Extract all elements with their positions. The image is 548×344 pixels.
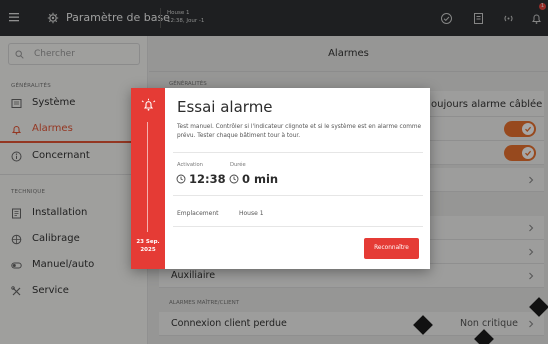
alarm-test-dialog: 23 Sep. 2025 Essai alarme Test manuel. C…	[131, 88, 430, 269]
alarm-date: 23 Sep. 2025	[131, 238, 165, 254]
dialog-divider	[173, 152, 423, 153]
location-value: House 1	[239, 210, 264, 217]
duration-caption: Durée	[230, 162, 246, 168]
location-caption: Emplacement	[177, 210, 219, 217]
clock-icon	[229, 174, 239, 184]
alarm-strip: 23 Sep. 2025	[131, 88, 165, 269]
activation-time: 12:38	[189, 172, 226, 186]
duration-time: 0 min	[242, 172, 279, 186]
alarm-date-day: 23 Sep.	[136, 239, 160, 245]
ringing-bell-icon	[141, 98, 156, 111]
dialog-description: Test manuel. Contrôler si l'indicateur c…	[177, 124, 422, 139]
alarm-date-year: 2025	[140, 247, 156, 253]
duration-value: 0 min	[229, 172, 278, 186]
strip-timeline	[147, 122, 148, 232]
dialog-divider	[173, 226, 423, 227]
activation-caption: Activation	[177, 162, 203, 168]
clock-icon	[176, 174, 186, 184]
dialog-divider	[173, 195, 423, 196]
acknowledge-button[interactable]: Reconnaître	[364, 238, 419, 259]
activation-value: 12:38	[176, 172, 226, 186]
dialog-title: Essai alarme	[177, 98, 273, 116]
